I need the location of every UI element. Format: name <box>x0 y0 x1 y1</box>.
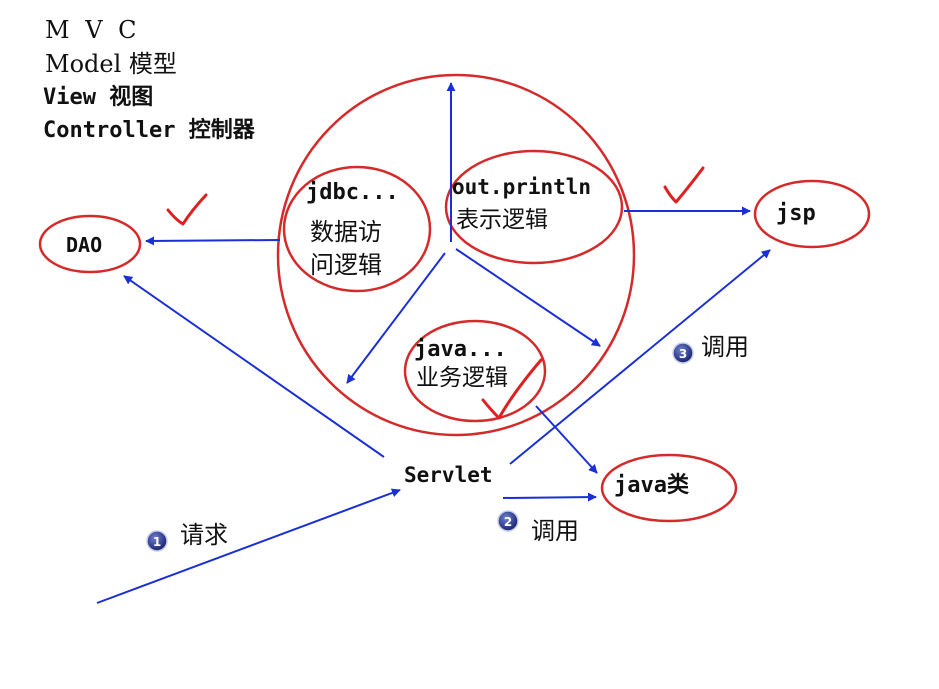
step-2: 2 调用 <box>497 510 579 545</box>
java-class-label: java类 <box>614 473 690 498</box>
jsp-label: jsp <box>776 201 816 226</box>
title-model: Model 模型 <box>45 50 177 78</box>
diagram-canvas: M V C Model 模型 View 视图 Controller 控制器 DA… <box>38 16 871 604</box>
step-3-number: 3 <box>679 347 687 361</box>
step-2-label: 调用 <box>531 517 579 545</box>
jdbc-title: jdbc... <box>306 180 399 205</box>
mvc-diagram: M V C Model 模型 View 视图 Controller 控制器 DA… <box>0 0 939 689</box>
title-controller: Controller 控制器 <box>43 117 256 143</box>
arrow-jdbc-to-dao <box>145 236 281 246</box>
step-1-label: 请求 <box>180 521 228 549</box>
check-jsp-icon <box>663 166 705 204</box>
arrow-servlet-to-java-class <box>502 492 597 502</box>
java-line1: 业务逻辑 <box>416 365 508 391</box>
step-3: 3 调用 <box>672 333 749 364</box>
out-title: out.println <box>452 175 591 199</box>
arrow-java-logic-to-java-class <box>535 405 598 474</box>
check-dao-icon <box>166 193 208 226</box>
dao-label: DAO <box>66 233 102 257</box>
step-1-number: 1 <box>153 535 161 549</box>
title-mvc: M V C <box>45 16 141 44</box>
arrow-request-to-servlet <box>96 488 401 604</box>
arrow-servlet-to-dao <box>123 275 385 458</box>
jdbc-line2: 问逻辑 <box>310 251 382 279</box>
jdbc-line1: 数据访 <box>310 218 382 246</box>
step-2-number: 2 <box>504 515 512 529</box>
step-1: 1 请求 <box>146 521 228 552</box>
title-view: View 视图 <box>43 84 153 110</box>
out-line1: 表示逻辑 <box>456 207 548 233</box>
step-3-label: 调用 <box>701 333 749 361</box>
servlet-label: Servlet <box>404 463 493 487</box>
java-title: java... <box>414 337 507 362</box>
